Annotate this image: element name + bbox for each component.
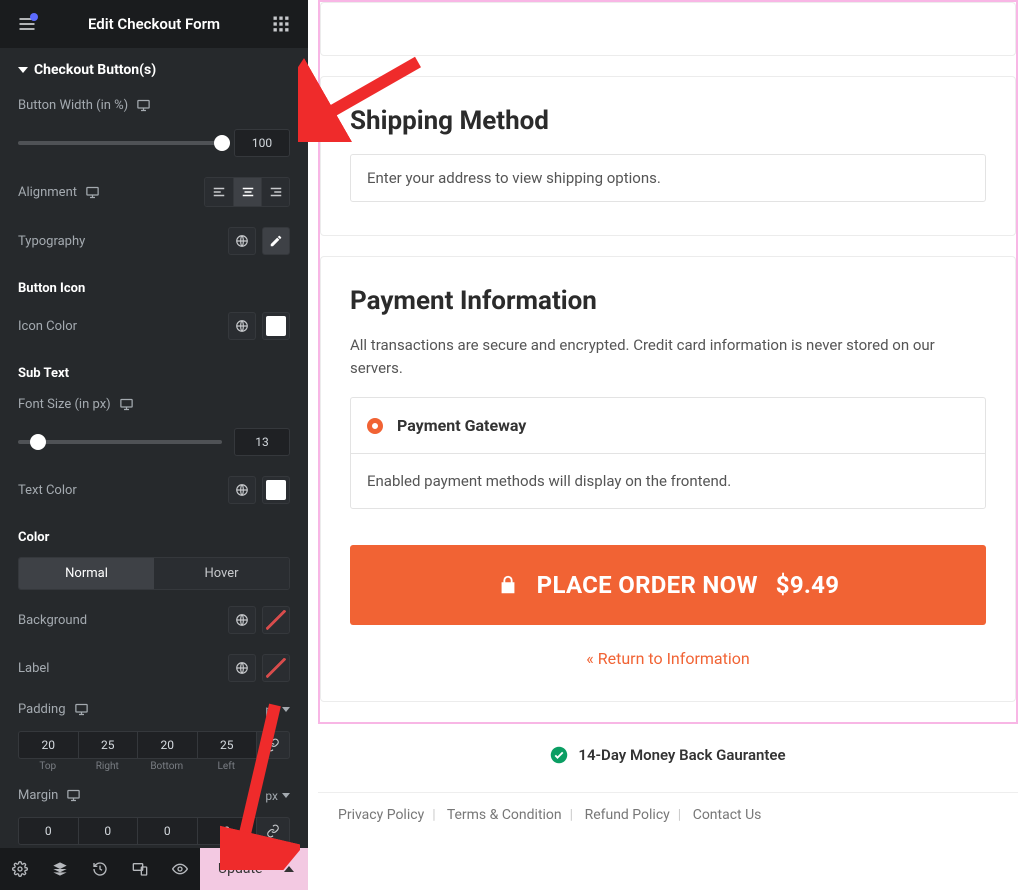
padding-right-input[interactable]: [78, 731, 138, 759]
background-swatch[interactable]: [262, 606, 290, 634]
footer-terms[interactable]: Terms & Condition: [447, 807, 562, 823]
section-title: Checkout Button(s): [34, 62, 156, 78]
desktop-icon[interactable]: [74, 702, 89, 717]
link-values-icon[interactable]: [256, 817, 290, 845]
globe-icon[interactable]: [228, 606, 256, 634]
alignment-segmented[interactable]: [204, 177, 290, 207]
margin-left-input[interactable]: [197, 817, 257, 845]
link-values-icon[interactable]: [256, 731, 290, 759]
margin-top-input[interactable]: [18, 817, 78, 845]
footer-contact[interactable]: Contact Us: [693, 807, 762, 823]
align-left-icon[interactable]: [205, 178, 233, 206]
padding-left-input[interactable]: [197, 731, 257, 759]
align-center-icon[interactable]: [233, 178, 261, 206]
margin-bottom-input[interactable]: [137, 817, 197, 845]
desktop-icon[interactable]: [66, 788, 81, 803]
padding-unit-picker[interactable]: px: [265, 703, 290, 717]
payment-subtitle: All transactions are secure and encrypte…: [350, 334, 986, 379]
payment-gateway-label: Payment Gateway: [397, 416, 526, 435]
font-size-slider[interactable]: [18, 440, 222, 444]
payment-title: Payment Information: [350, 286, 986, 316]
padding-label: Padding: [18, 702, 66, 717]
globe-icon[interactable]: [228, 654, 256, 682]
globe-icon[interactable]: [228, 312, 256, 340]
return-link[interactable]: « Return to Information: [350, 649, 986, 668]
preview-icon[interactable]: [160, 848, 200, 890]
navigator-icon[interactable]: [40, 848, 80, 890]
color-heading: Color: [0, 514, 308, 551]
history-icon[interactable]: [80, 848, 120, 890]
tab-hover[interactable]: Hover: [154, 558, 289, 589]
update-label: Update: [218, 861, 262, 877]
menu-icon[interactable]: [14, 11, 40, 37]
margin-right-input[interactable]: [78, 817, 138, 845]
desktop-icon[interactable]: [85, 185, 100, 200]
button-icon-heading: Button Icon: [0, 265, 308, 302]
apps-icon[interactable]: [268, 11, 294, 37]
payment-gateway-option[interactable]: Payment Gateway: [351, 398, 985, 453]
place-order-button[interactable]: PLACE ORDER NOW $9.49: [350, 545, 986, 625]
margin-unit-picker[interactable]: px: [265, 789, 290, 803]
desktop-icon[interactable]: [136, 98, 151, 113]
shipping-title: Shipping Method: [350, 106, 986, 136]
desktop-icon[interactable]: [119, 397, 134, 412]
label-color-label: Label: [18, 661, 49, 676]
align-right-icon[interactable]: [261, 178, 289, 206]
payment-gateway-note: Enabled payment methods will display on …: [351, 453, 985, 508]
lock-icon: [497, 574, 519, 596]
update-button[interactable]: Update: [200, 848, 308, 890]
footer-links: Privacy Policy| Terms & Condition| Refun…: [318, 792, 1018, 837]
globe-icon[interactable]: [228, 476, 256, 504]
check-circle-icon: [550, 746, 568, 764]
padding-bottom-input[interactable]: [137, 731, 197, 759]
padding-top-input[interactable]: [18, 731, 78, 759]
chevron-up-icon: [284, 866, 294, 872]
place-order-price: $9.49: [776, 571, 840, 599]
icon-color-swatch[interactable]: [262, 312, 290, 340]
edit-icon[interactable]: [262, 227, 290, 255]
preview-canvas[interactable]: Shipping Method Enter your address to vi…: [308, 0, 1024, 890]
globe-icon[interactable]: [228, 227, 256, 255]
footer-refund[interactable]: Refund Policy: [585, 807, 670, 823]
sub-text-heading: Sub Text: [0, 350, 308, 387]
alignment-label: Alignment: [18, 185, 77, 200]
button-width-input[interactable]: [234, 129, 290, 157]
font-size-label: Font Size (in px): [18, 397, 111, 412]
text-color-label: Text Color: [18, 483, 77, 498]
text-color-swatch[interactable]: [262, 476, 290, 504]
panel-title: Edit Checkout Form: [88, 15, 220, 33]
tab-normal[interactable]: Normal: [19, 558, 154, 589]
footer-privacy[interactable]: Privacy Policy: [338, 807, 424, 823]
guarantee-banner: 14-Day Money Back Gaurantee: [318, 746, 1018, 764]
settings-icon[interactable]: [0, 848, 40, 890]
color-state-tabs[interactable]: Normal Hover: [18, 557, 290, 590]
margin-label: Margin: [18, 788, 58, 803]
font-size-input[interactable]: [234, 428, 290, 456]
section-checkout-buttons[interactable]: Checkout Button(s): [0, 48, 308, 88]
button-width-slider[interactable]: [18, 141, 222, 145]
button-width-label: Button Width (in %): [18, 98, 128, 113]
place-order-label: PLACE ORDER NOW: [537, 571, 758, 599]
responsive-icon[interactable]: [120, 848, 160, 890]
shipping-placeholder: Enter your address to view shipping opti…: [350, 154, 986, 202]
icon-color-label: Icon Color: [18, 319, 77, 334]
typography-label: Typography: [18, 234, 85, 249]
radio-on-icon: [367, 418, 383, 434]
label-swatch[interactable]: [262, 654, 290, 682]
background-label: Background: [18, 613, 87, 628]
